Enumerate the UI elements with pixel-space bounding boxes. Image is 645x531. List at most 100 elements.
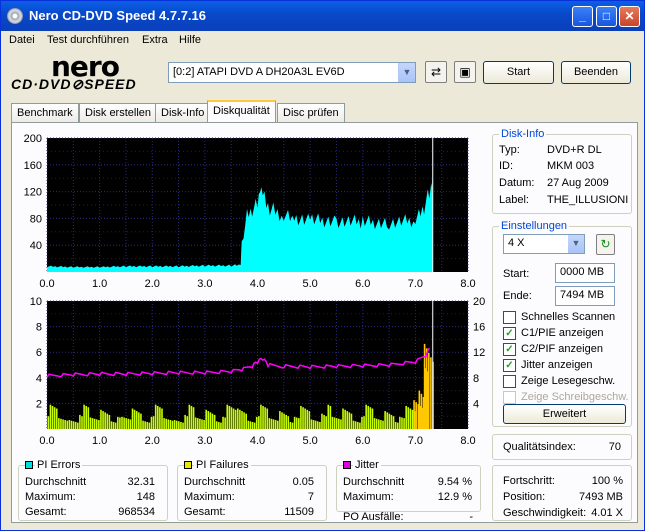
chevron-down-icon[interactable]: ▼	[398, 63, 415, 82]
minimize-button[interactable]: _	[572, 6, 593, 27]
x-tick-label: 5.0	[302, 278, 317, 290]
close-button[interactable]: ✕	[619, 6, 640, 27]
pi-failure-bar	[310, 419, 313, 429]
pi-errors-stats: PI Errors Durchschnitt 32.31 Maximum: 14…	[18, 459, 168, 521]
pi-failure-bar	[247, 420, 250, 429]
save-button[interactable]: ▣	[454, 61, 476, 83]
pi-failure-bar	[178, 421, 180, 429]
progress-label: Fortschritt:	[503, 475, 555, 487]
pi-failure-bar	[325, 416, 327, 429]
pi-errors-chart: 40 80 120 160 200 0.0 1.0 2.0 3.0 4.0 5.0 6.0 7.0 8.0	[24, 133, 476, 290]
pi-failure-bar	[260, 404, 262, 429]
pi-failure-bar	[344, 409, 346, 429]
pi-failure-bar	[359, 422, 361, 429]
disc-swap-icon: ⇄	[430, 65, 442, 79]
pi-failure-bar	[253, 422, 256, 429]
pi-failure-bar	[171, 420, 174, 429]
disk-id-value: MKM 003	[547, 160, 595, 172]
x-tick-label: 4.0	[250, 435, 265, 447]
drive-select-value: [0:2] ATAPI DVD A DH20A3L EV6D	[173, 66, 345, 78]
pi-failure-bar	[161, 408, 163, 429]
tab-disc-pruefen[interactable]: Disc prüfen	[277, 103, 345, 122]
end-label: Ende:	[503, 290, 532, 302]
pi-failure-bar	[293, 416, 296, 429]
position-label: Position:	[503, 491, 546, 503]
chevron-down-icon[interactable]: ▼	[568, 235, 584, 253]
menu-test[interactable]: Test durchführen	[47, 34, 129, 46]
quality-index-value: 70	[608, 441, 621, 453]
x-tick-label: 8.0	[460, 435, 475, 447]
speed-label: Geschwindigkeit:	[503, 507, 587, 519]
disk-date-label: Datum:	[499, 177, 535, 189]
jitter-checkbox[interactable]: ✓	[503, 359, 516, 372]
pi-failure-bar	[66, 420, 69, 429]
end-input[interactable]: 7494 MB	[555, 286, 615, 306]
pi-failure-bar	[196, 418, 199, 429]
tab-diskqualitaet[interactable]: Diskqualität	[207, 100, 276, 123]
end-button[interactable]: Beenden	[561, 61, 631, 84]
pi-failure-bar	[180, 421, 182, 429]
pi-failure-bar	[239, 409, 241, 429]
pi-failure-bar	[356, 421, 359, 429]
eject-refresh-button[interactable]: ⇄	[425, 61, 447, 83]
start-input[interactable]: 0000 MB	[555, 263, 615, 283]
read-speed-label: Zeige Lesegeschw.	[521, 375, 616, 387]
pi-failure-bar	[60, 418, 62, 429]
y-right-tick-label: 12	[473, 347, 485, 359]
pi-failures-max-value: 7	[307, 491, 314, 503]
pi-failure-bar	[163, 418, 165, 429]
pi-failure-bar	[266, 408, 269, 429]
read-speed-checkbox[interactable]	[503, 375, 516, 388]
pi-failure-bar	[268, 418, 271, 429]
start-label: Start:	[503, 268, 530, 280]
pi-failure-bar	[154, 404, 157, 429]
maximize-button[interactable]: □	[596, 6, 617, 27]
c2-pif-checkbox[interactable]: ✓	[503, 343, 516, 356]
pi-failure-bar	[226, 404, 229, 429]
app-window: Nero CD-DVD Speed 4.7.7.16 _ □ ✕ Datei T…	[0, 0, 645, 531]
speed-select[interactable]: 4 X ▼	[503, 234, 585, 254]
c2-pif-label: C2/PIF anzeigen	[521, 343, 603, 355]
refresh-speed-button[interactable]: ↻	[596, 234, 615, 255]
pi-failure-bar	[394, 421, 397, 429]
jitter-avg-label: Durchschnitt	[343, 476, 405, 488]
pi-errors-total-value: 968534	[118, 506, 155, 518]
pi-failure-bar	[152, 416, 155, 429]
start-button[interactable]: Start	[483, 61, 554, 84]
pi-failure-bar	[321, 413, 323, 429]
x-tick-label: 7.0	[408, 435, 423, 447]
pi-failure-bar	[264, 407, 266, 429]
pi-failure-bar	[68, 420, 71, 429]
x-tick-label: 1.0	[92, 278, 107, 290]
menu-extra[interactable]: Extra	[142, 34, 168, 46]
tab-disk-erstellen[interactable]: Disk erstellen	[79, 103, 158, 122]
c1-pie-checkbox[interactable]: ✓	[503, 327, 516, 340]
y-tick-label: 200	[24, 133, 42, 145]
tab-benchmark[interactable]: Benchmark	[11, 103, 79, 122]
pi-failure-bar	[314, 420, 317, 429]
pi-failures-swatch	[184, 461, 192, 469]
pi-failure-bar	[283, 413, 285, 429]
fast-scan-checkbox[interactable]	[503, 311, 516, 324]
pi-failure-bar	[230, 407, 233, 429]
menu-datei[interactable]: Datei	[9, 34, 35, 46]
y-tick-label: 6	[36, 347, 42, 359]
jitter-max-label: Maximum:	[343, 491, 394, 503]
pi-failure-bar	[386, 412, 389, 429]
pi-failure-bar	[106, 413, 109, 429]
pi-failure-bar	[62, 419, 64, 429]
pi-failure-bar	[348, 412, 351, 429]
advanced-button[interactable]: Erweitert	[503, 404, 626, 424]
drive-select[interactable]: [0:2] ATAPI DVD A DH20A3L EV6D ▼	[168, 62, 416, 83]
pi-failure-bar	[308, 411, 311, 429]
title-bar[interactable]: Nero CD-DVD Speed 4.7.7.16 _ □ ✕	[1, 1, 644, 31]
pi-failure-bar	[142, 420, 144, 429]
pi-failure-bar	[121, 416, 123, 429]
pi-failure-bar	[409, 408, 412, 429]
pi-failure-bar	[300, 405, 302, 429]
x-tick-label: 6.0	[355, 435, 370, 447]
tab-disk-info[interactable]: Disk-Info	[155, 103, 211, 122]
menu-hilfe[interactable]: Hilfe	[179, 34, 201, 46]
x-tick-label: 5.0	[302, 435, 317, 447]
pi-failure-bar	[209, 412, 212, 429]
